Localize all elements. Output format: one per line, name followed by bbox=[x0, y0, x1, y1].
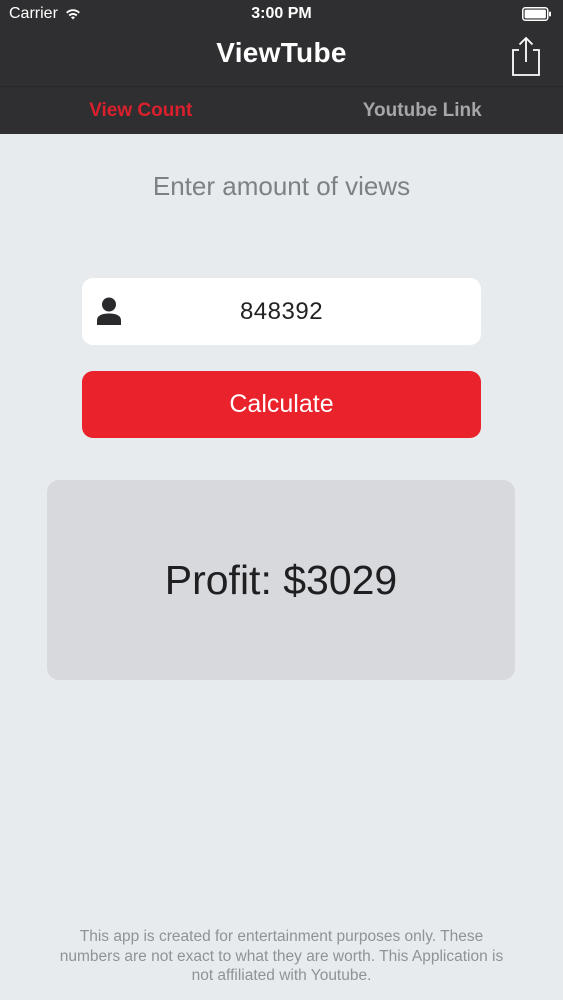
share-icon bbox=[512, 36, 540, 76]
tab-view-count[interactable]: View Count bbox=[0, 87, 282, 134]
views-prompt-label: Enter amount of views bbox=[152, 171, 411, 201]
segmented-tabs: View Count Youtube Link bbox=[0, 87, 563, 134]
share-button[interactable] bbox=[509, 35, 543, 77]
result-panel: Profit: $3029 bbox=[47, 480, 515, 680]
disclaimer-text: This app is created for entertainment pu… bbox=[59, 928, 504, 984]
status-time: 3:00 PM bbox=[251, 5, 312, 22]
status-bar: Carrier 3:00 PM bbox=[0, 0, 563, 30]
views-field[interactable] bbox=[82, 278, 481, 345]
views-input[interactable] bbox=[82, 278, 481, 345]
profit-result: Profit: $3029 bbox=[164, 556, 398, 603]
app-title: ViewTube bbox=[216, 37, 347, 68]
calculate-button[interactable]: Calculate bbox=[82, 371, 481, 438]
battery-full-icon bbox=[522, 7, 551, 21]
user-icon bbox=[97, 297, 121, 325]
navigation-bar: Carrier 3:00 PM ViewTube View Count Yout… bbox=[0, 0, 563, 134]
tab-youtube-link[interactable]: Youtube Link bbox=[282, 87, 563, 134]
